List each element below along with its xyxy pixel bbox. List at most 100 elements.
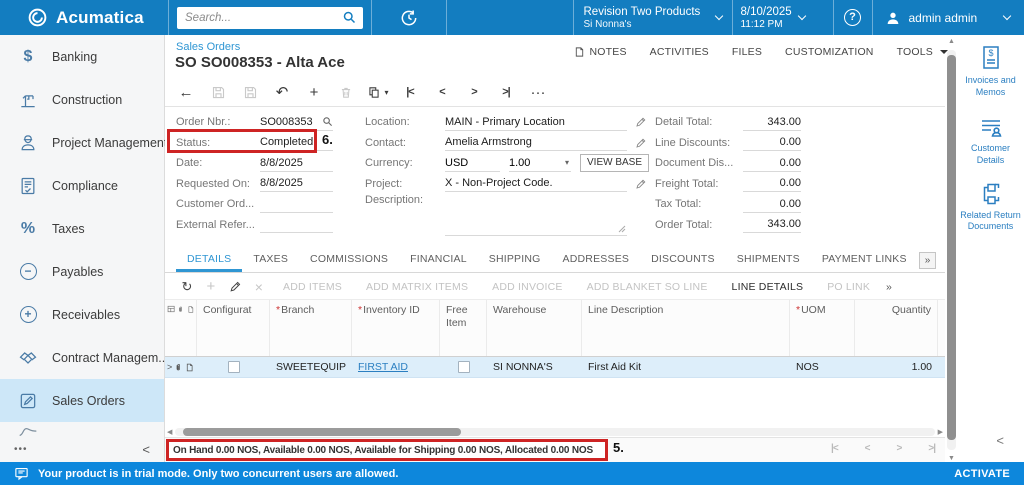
row-expand-icon[interactable]: >: [167, 362, 172, 372]
go-first-button[interactable]: |<: [394, 86, 426, 98]
pager-first-button[interactable]: |<: [831, 443, 838, 454]
panel-item-customer-details[interactable]: Customer Details: [957, 115, 1024, 166]
sidebar-item-project-management[interactable]: Project Management: [0, 121, 164, 164]
tab-financial[interactable]: FINANCIAL: [399, 253, 478, 272]
edit-pencil-icon[interactable]: [635, 137, 647, 149]
add-blanket-so-line-button[interactable]: ADD BLANKET SO LINE: [575, 281, 720, 293]
tab-payment-links[interactable]: PAYMENT LINKS: [811, 253, 918, 272]
add-items-button[interactable]: ADD ITEMS: [271, 281, 354, 293]
pager-next-button[interactable]: >: [897, 443, 902, 454]
back-button[interactable]: ←: [170, 84, 202, 101]
save-close-button[interactable]: [202, 85, 234, 100]
branch-cell[interactable]: SWEETEQUIP: [270, 361, 352, 373]
description-field[interactable]: [445, 194, 627, 236]
sidebar-item-construction[interactable]: Construction: [0, 78, 164, 121]
grid-edit-button[interactable]: [223, 280, 247, 293]
quantity-cell[interactable]: 1.00: [855, 361, 938, 373]
column-settings-icon[interactable]: [167, 304, 175, 314]
edit-pencil-icon[interactable]: [635, 116, 647, 128]
vertical-scrollbar[interactable]: ▲ ▼: [946, 38, 957, 462]
horizontal-scroll-track[interactable]: [175, 428, 934, 436]
po-link-button[interactable]: PO LINK: [815, 281, 882, 293]
inventory-id-link[interactable]: FIRST AID: [358, 361, 408, 373]
pager-last-button[interactable]: >|: [928, 443, 935, 454]
view-base-button[interactable]: VIEW BASE: [580, 154, 649, 172]
pager-previous-button[interactable]: <: [865, 443, 870, 454]
column-header-quantity[interactable]: Quantity: [855, 300, 938, 356]
copy-paste-button[interactable]: ▾: [362, 85, 394, 100]
sidebar-collapse-button[interactable]: <: [142, 442, 150, 457]
edit-pencil-icon[interactable]: [635, 178, 647, 190]
lookup-magnifier-icon[interactable]: [322, 116, 333, 127]
search-icon[interactable]: [342, 10, 357, 25]
configurable-checkbox[interactable]: [228, 361, 240, 373]
line-description-cell[interactable]: First Aid Kit: [582, 361, 790, 373]
uom-cell[interactable]: NOS: [790, 361, 855, 373]
column-header-uom[interactable]: *UOM: [790, 300, 855, 356]
column-header-branch[interactable]: *Branch: [270, 300, 352, 356]
acumatica-logo[interactable]: Acumatica: [0, 7, 168, 28]
note-icon[interactable]: [185, 362, 194, 373]
sidebar-item-contract-management[interactable]: Contract Managem...: [0, 336, 164, 379]
delete-button[interactable]: [330, 85, 362, 100]
grid-refresh-button[interactable]: ↻: [175, 279, 199, 295]
tab-commissions[interactable]: COMMISSIONS: [299, 253, 399, 272]
business-date-button[interactable]: [372, 8, 446, 28]
tools-button[interactable]: TOOLS: [897, 46, 948, 58]
files-button[interactable]: FILES: [732, 46, 762, 58]
activate-button[interactable]: ACTIVATE: [954, 468, 1010, 480]
sidebar-item-banking[interactable]: $ Banking: [0, 35, 164, 78]
vertical-scroll-track[interactable]: [947, 50, 956, 450]
side-panel-collapse-button[interactable]: <: [996, 433, 1004, 448]
column-header-warehouse[interactable]: Warehouse: [487, 300, 582, 356]
tab-taxes[interactable]: TAXES: [242, 253, 299, 272]
contact-field[interactable]: Amelia Armstrong: [445, 134, 627, 151]
tabs-overflow-button[interactable]: »: [919, 252, 936, 269]
add-matrix-items-button[interactable]: ADD MATRIX ITEMS: [354, 281, 480, 293]
column-header-inventory-id[interactable]: *Inventory ID: [352, 300, 440, 356]
panel-item-invoices-memos[interactable]: $ Invoices and Memos: [957, 45, 1024, 98]
currency-rate-dropdown[interactable]: 1.00 ▾: [509, 155, 571, 172]
help-button[interactable]: ?: [834, 9, 872, 26]
date-time-selector[interactable]: 8/10/2025 11:12 PM: [733, 6, 833, 30]
horizontal-scrollbar[interactable]: ◀ ▶: [167, 427, 943, 436]
date-field[interactable]: 8/8/2025: [260, 155, 333, 172]
external-reference-field[interactable]: [260, 216, 333, 233]
currency-code-field[interactable]: USD: [445, 155, 500, 172]
warehouse-cell[interactable]: SI NONNA'S: [487, 361, 582, 373]
user-menu[interactable]: admin admin: [873, 10, 1024, 26]
add-record-button[interactable]: +: [298, 84, 330, 101]
undo-button[interactable]: ↶: [266, 83, 298, 101]
tab-shipping[interactable]: SHIPPING: [478, 253, 552, 272]
tab-details[interactable]: DETAILS: [176, 253, 242, 272]
customer-order-field[interactable]: [260, 196, 333, 213]
sidebar-more-button[interactable]: •••: [14, 444, 28, 455]
go-last-button[interactable]: >|: [490, 86, 522, 98]
sidebar-item-taxes[interactable]: % Taxes: [0, 207, 164, 250]
tab-shipments[interactable]: SHIPMENTS: [726, 253, 811, 272]
sidebar-item-payables[interactable]: − Payables: [0, 250, 164, 293]
add-invoice-button[interactable]: ADD INVOICE: [480, 281, 574, 293]
tab-addresses[interactable]: ADDRESSES: [552, 253, 641, 272]
document-discounts-value[interactable]: 0.00: [743, 155, 801, 172]
grid-toolbar-overflow-button[interactable]: »: [886, 281, 892, 293]
go-next-button[interactable]: >: [458, 86, 490, 98]
line-details-button[interactable]: LINE DETAILS: [720, 281, 816, 293]
vertical-scroll-thumb[interactable]: [947, 55, 956, 440]
grid-add-row-button[interactable]: +: [199, 278, 223, 295]
project-field[interactable]: X - Non-Project Code.: [445, 175, 627, 192]
column-header-line-description[interactable]: Line Description: [582, 300, 790, 356]
paperclip-icon[interactable]: [174, 362, 183, 373]
panel-item-related-return-documents[interactable]: Related Return Documents: [957, 182, 1024, 233]
requested-on-field[interactable]: 8/8/2025: [260, 175, 333, 192]
grid-delete-row-button[interactable]: ×: [247, 279, 271, 295]
free-item-checkbox[interactable]: [458, 361, 470, 373]
go-previous-button[interactable]: <: [426, 86, 458, 98]
toolbar-more-button[interactable]: ···: [522, 84, 554, 101]
activities-button[interactable]: ACTIVITIES: [650, 46, 709, 58]
notes-button[interactable]: NOTES: [574, 46, 627, 58]
order-nbr-field[interactable]: SO008353: [260, 114, 333, 131]
search-input[interactable]: [177, 12, 342, 24]
sidebar-item-receivables[interactable]: + Receivables: [0, 293, 164, 336]
scroll-down-icon[interactable]: ▼: [946, 455, 957, 462]
